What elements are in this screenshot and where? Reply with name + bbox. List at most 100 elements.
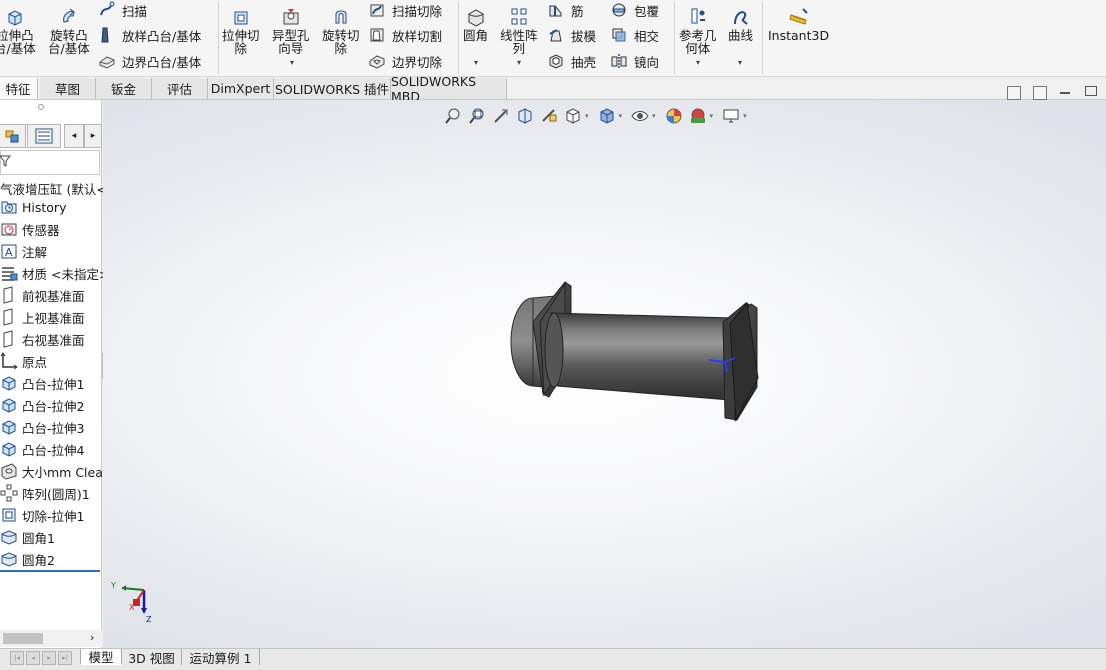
- tree-item[interactable]: 圆角2: [0, 549, 55, 569]
- tab-dimxpert[interactable]: DimXpert: [208, 78, 274, 99]
- rib-button[interactable]: 筋: [547, 0, 584, 20]
- lofted-cut-button[interactable]: 放样切割: [368, 25, 442, 45]
- view-settings-button[interactable]: [721, 106, 741, 126]
- sweep-button[interactable]: 扫描: [98, 0, 147, 20]
- tree-item[interactable]: 切除-拉伸1: [0, 505, 84, 525]
- tree-horizontal-scrollbar[interactable]: ›: [0, 630, 102, 647]
- tree-item[interactable]: 上视基准面: [0, 307, 85, 327]
- tile-right-button[interactable]: [1033, 86, 1047, 100]
- linear-pattern-button[interactable]: 线性阵 列: [500, 6, 538, 55]
- hole-wizard-button[interactable]: 异型孔 向导: [272, 6, 310, 55]
- tab-features[interactable]: 特征: [0, 78, 38, 99]
- tree-item[interactable]: A 注解: [0, 241, 47, 261]
- feature-filter-box[interactable]: [0, 150, 100, 175]
- reference-geometry-button[interactable]: 参考几 何体: [679, 6, 717, 55]
- tree-item[interactable]: 原点: [0, 351, 47, 371]
- tree-item[interactable]: 前视基准面: [0, 285, 85, 305]
- revolve-boss-button[interactable]: 旋转凸 台/基体: [48, 6, 90, 55]
- intersect-button[interactable]: 相交: [610, 25, 659, 45]
- boundary-boss-button[interactable]: 边界凸台/基体: [98, 51, 201, 71]
- scene-dropdown[interactable]: ▾: [710, 112, 714, 120]
- plane-icon: [3, 286, 13, 304]
- linear-pattern-dropdown[interactable]: ▾: [517, 58, 521, 67]
- first-tab-button[interactable]: |◂: [10, 651, 24, 665]
- mirror-button[interactable]: 镜向: [610, 51, 659, 71]
- tree-item[interactable]: History: [0, 197, 66, 217]
- zoom-to-fit-icon: [445, 108, 460, 124]
- property-manager-tab[interactable]: [27, 124, 61, 148]
- part-model[interactable]: [103, 100, 1106, 648]
- tree-item[interactable]: 材质 <未指定>: [0, 263, 109, 283]
- tab-model[interactable]: 模型: [80, 649, 122, 665]
- section-view-button[interactable]: [515, 106, 535, 126]
- last-tab-button[interactable]: ▸|: [58, 651, 72, 665]
- boundary-cut-button[interactable]: 边界切除: [368, 51, 442, 71]
- zoom-to-fit-button[interactable]: [443, 106, 463, 126]
- cylinder-assembly[interactable]: [510, 281, 759, 422]
- tree-item[interactable]: 右视基准面: [0, 329, 85, 349]
- extrude-boss-button[interactable]: 拉伸凸 台/基体: [0, 6, 36, 55]
- curves-button[interactable]: 曲线: [728, 6, 753, 42]
- tab-evaluate[interactable]: 评估: [152, 78, 208, 99]
- wrap-icon: [612, 3, 626, 17]
- boss-extrude-icon: [2, 398, 16, 413]
- tree-item[interactable]: 凸台-拉伸1: [0, 373, 84, 393]
- hide-show-dropdown[interactable]: ▾: [652, 112, 656, 120]
- revolve-cut-button[interactable]: 旋转切 除: [322, 6, 360, 55]
- fillet-button[interactable]: 圆角: [463, 6, 488, 42]
- tab-solidworks-mbd[interactable]: SOLIDWORKS MBD: [391, 74, 507, 104]
- view-orientation-dropdown[interactable]: ▾: [585, 112, 589, 120]
- reference-geometry-dropdown[interactable]: ▾: [696, 58, 700, 67]
- hide-show-items-button[interactable]: [630, 106, 650, 126]
- curves-dropdown[interactable]: ▾: [738, 58, 742, 67]
- view-orientation-button[interactable]: [563, 106, 583, 126]
- tree-item[interactable]: 阵列(圆周)1: [0, 483, 90, 503]
- tree-item[interactable]: 凸台-拉伸3: [0, 417, 84, 437]
- instant3d-button[interactable]: Instant3D: [768, 6, 829, 42]
- dynamic-annotation-button[interactable]: [539, 106, 559, 126]
- fillet-dropdown[interactable]: ▾: [474, 58, 478, 67]
- restore-button[interactable]: [1085, 86, 1097, 96]
- annotation-icon: A: [1, 244, 17, 259]
- graphics-viewport[interactable]: Y X Z: [103, 100, 1106, 648]
- feature-manager-tab[interactable]: [0, 124, 26, 148]
- tab-3d-views[interactable]: 3D 视图: [122, 649, 182, 666]
- tree-item[interactable]: 传感器: [0, 219, 60, 239]
- shell-button[interactable]: 抽壳: [547, 51, 596, 71]
- minimize-button[interactable]: [1060, 92, 1070, 94]
- extrude-cut-button[interactable]: 拉伸切 除: [222, 6, 260, 55]
- rollback-bar[interactable]: [0, 570, 100, 572]
- scroll-right-arrow[interactable]: ›: [90, 631, 94, 644]
- tree-item[interactable]: 凸台-拉伸2: [0, 395, 84, 415]
- tree-item[interactable]: 圆角1: [0, 527, 55, 547]
- scrollbar-thumb[interactable]: [3, 633, 43, 644]
- display-style-button[interactable]: [597, 106, 617, 126]
- loft-boss-button[interactable]: 放样凸台/基体: [98, 25, 201, 45]
- previous-view-button[interactable]: [491, 106, 511, 126]
- revolve-cut-icon: [335, 10, 347, 24]
- apply-scene-button[interactable]: [688, 106, 708, 126]
- pane-grip[interactable]: [38, 104, 44, 110]
- display-style-dropdown[interactable]: ▾: [619, 112, 623, 120]
- wrap-button[interactable]: 包覆: [610, 0, 659, 20]
- tabs-scroll-left[interactable]: ◂: [64, 124, 84, 148]
- hole-wizard-dropdown[interactable]: ▾: [290, 58, 294, 67]
- edit-appearance-button[interactable]: [664, 106, 684, 126]
- view-settings-dropdown[interactable]: ▾: [743, 112, 747, 120]
- tree-root-part[interactable]: 气液增压缸 (默认<: [0, 179, 107, 198]
- tab-sheet-metal[interactable]: 钣金: [96, 78, 152, 99]
- boundary-boss-icon: [99, 56, 115, 69]
- tabs-scroll-right[interactable]: ▸: [84, 124, 102, 148]
- tab-motion-study-1[interactable]: 运动算例 1: [182, 649, 260, 666]
- draft-button[interactable]: 拔模: [547, 25, 596, 45]
- tree-item[interactable]: 凸台-拉伸4: [0, 439, 84, 459]
- swept-cut-button[interactable]: 扫描切除: [368, 0, 442, 20]
- tab-sketch[interactable]: 草图: [40, 78, 96, 99]
- tab-solidworks-addins[interactable]: SOLIDWORKS 插件: [274, 78, 391, 99]
- tile-left-button[interactable]: [1007, 86, 1021, 100]
- prev-tab-button[interactable]: ◂: [26, 651, 40, 665]
- next-tab-button[interactable]: ▸: [42, 651, 56, 665]
- zoom-to-area-button[interactable]: [467, 106, 487, 126]
- tree-item[interactable]: 大小mm Clear: [0, 461, 108, 481]
- tree-item-label: 注解: [22, 244, 48, 260]
